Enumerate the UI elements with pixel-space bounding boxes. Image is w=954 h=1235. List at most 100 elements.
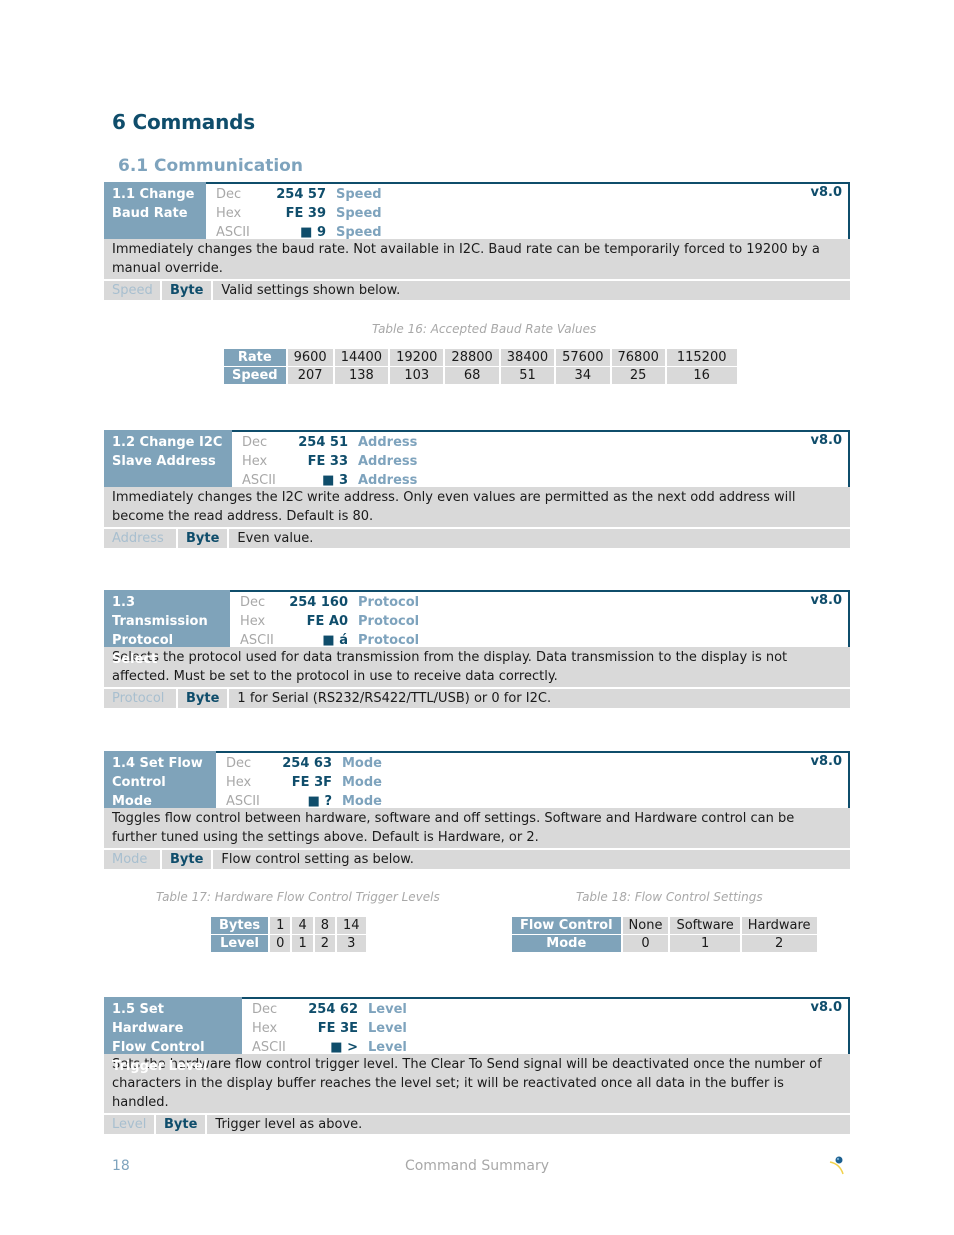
parameter-row: Mode Byte Flow control setting as below. (104, 850, 850, 869)
param-name: Address (358, 435, 418, 450)
table-cell: 51 (500, 367, 555, 384)
parameter-type: Byte (162, 281, 214, 300)
section-heading: 6.1 Communication (118, 156, 303, 176)
command-name: 1.2 Change I2C Slave Address (104, 430, 232, 487)
table-cell: 76800 (611, 349, 665, 366)
trigger-levels-table: Bytes 1 4 8 14 Level 0 1 2 3 (209, 916, 368, 953)
command-name: 1.1 Change Baud Rate (104, 182, 206, 239)
parameter-description: Flow control setting as below. (221, 852, 414, 867)
chapter-heading: 6 Commands (112, 110, 255, 134)
command-name: 1.4 Set Flow Control Mode (104, 751, 216, 809)
hex-label: Hex (216, 206, 242, 221)
table-cell: 1 (270, 917, 291, 934)
table-cell: 0 (270, 935, 291, 952)
hex-label: Hex (242, 454, 268, 469)
param-name: Protocol (358, 595, 420, 610)
dec-value: 254 57 (276, 187, 326, 202)
param-name: Level (368, 1021, 407, 1036)
footer-title: Command Summary (404, 1158, 550, 1174)
table-row: Rate 9600 14400 19200 28800 38400 57600 … (224, 349, 737, 366)
command-description: Immediately changes the I2C write addres… (104, 487, 850, 527)
table-cell: 14400 (334, 349, 389, 366)
table-cell: 14 (337, 917, 366, 934)
table-cell: None (622, 917, 669, 934)
hex-value: FE A0 (306, 614, 348, 629)
table-row: Level 0 1 2 3 (211, 935, 366, 952)
hex-value: FE 3E (317, 1021, 358, 1036)
table-cell: 16 (666, 367, 737, 384)
param-name: Address (358, 473, 418, 488)
command-block-change-i2c-address: 1.2 Change I2C Slave Address Dec 254 51 Ad… (104, 430, 850, 548)
ascii-value: ■ 3 (322, 473, 348, 488)
table-cell: 19200 (390, 349, 444, 366)
row-header: Rate (224, 349, 286, 366)
param-name: Speed (336, 187, 382, 202)
parameter-row: Protocol Byte 1 for Serial (RS232/RS422/… (104, 689, 850, 708)
parameter-row: Address Byte Even value. (104, 529, 850, 548)
parameter-name: Address (104, 529, 178, 548)
version-label: v8.0 (810, 593, 842, 608)
table-cell: 1 (292, 935, 313, 952)
dec-label: Dec (216, 187, 242, 202)
param-name: Mode (342, 794, 382, 809)
version-label: v8.0 (810, 754, 842, 769)
table-16-caption: Table 16: Accepted Baud Rate Values (372, 322, 597, 336)
table-row: Bytes 1 4 8 14 (211, 917, 366, 934)
command-block-hardware-trigger-level: 1.5 Set Hardware Flow Control Trigger Le… (104, 997, 850, 1134)
table-cell: 2 (314, 935, 335, 952)
table-cell: 25 (611, 367, 665, 384)
row-header: Bytes (211, 917, 269, 934)
parameter-description: Trigger level as above. (215, 1117, 363, 1132)
table-cell: 0 (622, 935, 669, 952)
ascii-label: ASCII (242, 473, 276, 488)
param-name: Protocol (358, 633, 420, 648)
flow-control-settings-table: Flow Control None Software Hardware Mode… (510, 916, 819, 953)
version-label: v8.0 (810, 433, 842, 448)
hex-label: Hex (252, 1021, 278, 1036)
param-name: Level (368, 1002, 407, 1017)
table-row: Speed 207 138 103 68 51 34 25 16 (224, 367, 737, 384)
table-cell: 115200 (666, 349, 737, 366)
command-codes: Dec 254 62 Level Hex FE 3E Level ASCII ■ > Lev… (242, 999, 407, 1055)
table-cell: 138 (334, 367, 389, 384)
command-name: 1.5 Set Hardware Flow Control Trigger Le… (104, 997, 242, 1074)
table-cell: 28800 (445, 349, 499, 366)
parameter-type: Byte (178, 529, 230, 548)
dec-label: Dec (240, 595, 266, 610)
parameter-name: Protocol (104, 689, 178, 708)
table-row: Flow Control None Software Hardware (512, 917, 817, 934)
row-header: Flow Control (512, 917, 621, 934)
ascii-label: ASCII (226, 794, 260, 809)
dec-label: Dec (242, 435, 268, 450)
command-header: 1.2 Change I2C Slave Address Dec 254 51 Ad… (104, 430, 850, 488)
table-17-caption: Table 17: Hardware Flow Control Trigger … (156, 890, 440, 904)
table-18-caption: Table 18: Flow Control Settings (576, 890, 763, 904)
command-block-flow-control-mode: 1.4 Set Flow Control Mode Dec 254 63 Mode … (104, 751, 850, 869)
parameter-row: Level Byte Trigger level as above. (104, 1115, 850, 1134)
parameter-name: Level (104, 1115, 156, 1134)
parameter-type: Byte (178, 689, 230, 708)
parameter-description: Even value. (237, 531, 314, 546)
hex-value: FE 39 (285, 206, 326, 221)
parameter-row: Speed Byte Valid settings shown below. (104, 281, 850, 300)
hex-value: FE 33 (307, 454, 348, 469)
table-cell: 8 (314, 917, 335, 934)
table-cell: Hardware (741, 917, 817, 934)
table-cell: 34 (556, 367, 610, 384)
row-header: Level (211, 935, 269, 952)
row-header: Mode (512, 935, 621, 952)
param-name: Speed (336, 206, 382, 221)
table-cell: Software (670, 917, 740, 934)
command-codes: Dec 254 63 Mode Hex FE 3F Mode ASCII ■ ? Mode (216, 753, 382, 809)
parameter-description: Valid settings shown below. (221, 283, 401, 298)
command-header: 1.3 Transmission Protocol Select Dec 254 … (104, 590, 850, 667)
command-header: 1.1 Change Baud Rate Dec 254 57 Speed Hex F… (104, 182, 850, 240)
param-name: Speed (336, 225, 382, 240)
ascii-label: ASCII (216, 225, 250, 240)
command-description: Immediately changes the baud rate. Not a… (104, 239, 850, 279)
table-row: Mode 0 1 2 (512, 935, 817, 952)
parameter-name: Mode (104, 850, 162, 869)
table-cell: 57600 (556, 349, 610, 366)
hex-label: Hex (226, 775, 252, 790)
command-block-transmission-protocol: 1.3 Transmission Protocol Select Dec 254 … (104, 590, 850, 708)
